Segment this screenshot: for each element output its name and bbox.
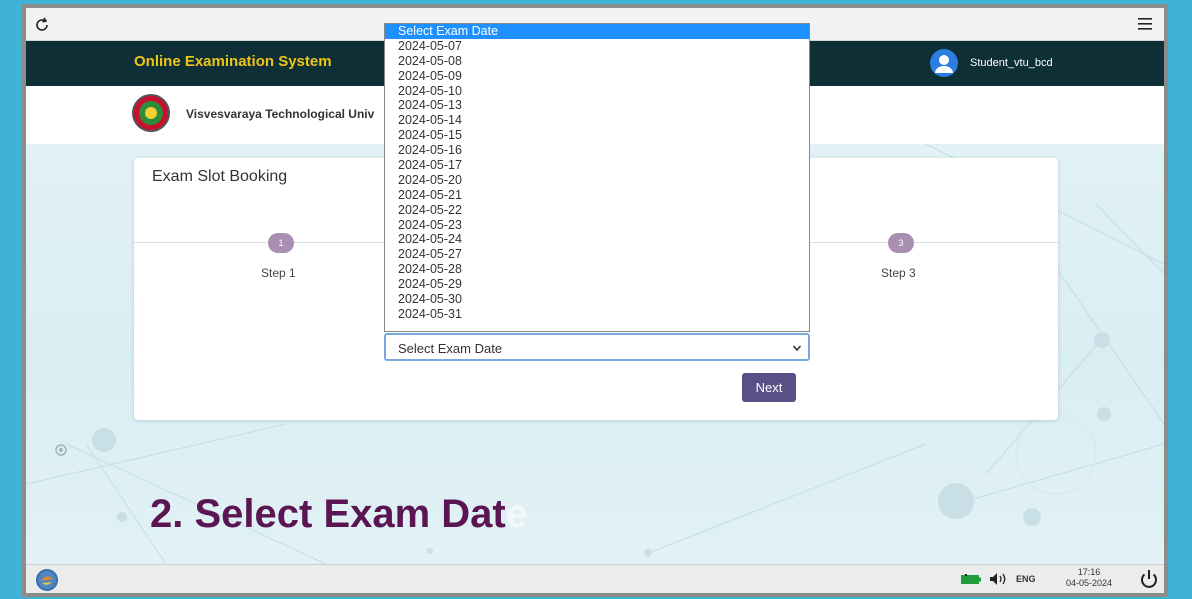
power-icon[interactable]: [1138, 568, 1160, 590]
university-name: Visvesvaraya Technological Univ: [186, 107, 375, 121]
dropdown-option[interactable]: 2024-05-29: [385, 277, 809, 292]
dropdown-option[interactable]: 2024-05-28: [385, 262, 809, 277]
dropdown-option[interactable]: 2024-05-17: [385, 158, 809, 173]
exam-date-dropdown-list[interactable]: Select Exam Date 2024-05-07 2024-05-08 2024…: [384, 23, 810, 332]
caption-text: 2. Select Exam Dat: [150, 492, 506, 536]
clock[interactable]: 17:16 04-05-2024: [1066, 567, 1112, 589]
dropdown-option[interactable]: 2024-05-31: [385, 307, 809, 322]
dropdown-option[interactable]: 2024-05-08: [385, 54, 809, 69]
dropdown-option[interactable]: 2024-05-23: [385, 218, 809, 233]
dropdown-option[interactable]: 2024-05-27: [385, 247, 809, 262]
step-1-label: Step 1: [261, 266, 296, 280]
hamburger-menu-icon[interactable]: [1136, 15, 1154, 33]
clock-time: 17:16: [1077, 567, 1101, 577]
screen: Online Examination System Student_vtu_bc…: [26, 8, 1164, 593]
app-title: Online Examination System: [134, 53, 332, 70]
dropdown-option[interactable]: 2024-05-10: [385, 84, 809, 99]
slide-caption: 2. Select Exam Date: [150, 492, 528, 537]
dropdown-option[interactable]: 2024-05-07: [385, 39, 809, 54]
volume-icon[interactable]: [988, 571, 1010, 587]
clock-date: 04-05-2024: [1066, 578, 1113, 588]
dropdown-option[interactable]: 2024-05-20: [385, 173, 809, 188]
reload-icon[interactable]: [32, 15, 52, 35]
user-avatar-icon[interactable]: [930, 49, 958, 77]
dropdown-option[interactable]: 2024-05-09: [385, 69, 809, 84]
language-indicator[interactable]: ENG: [1016, 574, 1036, 584]
chevron-down-icon: [792, 345, 802, 352]
card-title: Exam Slot Booking: [152, 168, 288, 185]
dropdown-option[interactable]: Select Exam Date: [385, 24, 809, 39]
dropdown-option[interactable]: 2024-05-21: [385, 188, 809, 203]
step-3-label: Step 3: [881, 266, 916, 280]
step-1-indicator: 1: [268, 233, 294, 253]
dropdown-option[interactable]: 2024-05-30: [385, 292, 809, 307]
battery-icon[interactable]: [960, 574, 982, 585]
university-logo-icon: [132, 94, 170, 132]
next-button[interactable]: Next: [742, 373, 796, 402]
taskbar: ENG 17:16 04-05-2024: [26, 564, 1164, 593]
dropdown-option[interactable]: 2024-05-15: [385, 128, 809, 143]
dropdown-option[interactable]: 2024-05-22: [385, 203, 809, 218]
start-menu-icon[interactable]: [36, 569, 58, 591]
step-3-indicator: 3: [888, 233, 914, 253]
caption-faded-text: e: [505, 492, 528, 536]
dropdown-option[interactable]: 2024-05-16: [385, 143, 809, 158]
dropdown-option[interactable]: 2024-05-14: [385, 113, 809, 128]
dropdown-option[interactable]: 2024-05-24: [385, 232, 809, 247]
user-name[interactable]: Student_vtu_bcd: [970, 57, 1053, 69]
dropdown-option[interactable]: 2024-05-13: [385, 98, 809, 113]
exam-date-select-value: Select Exam Date: [398, 341, 503, 356]
exam-date-select[interactable]: Select Exam Date: [384, 333, 810, 361]
